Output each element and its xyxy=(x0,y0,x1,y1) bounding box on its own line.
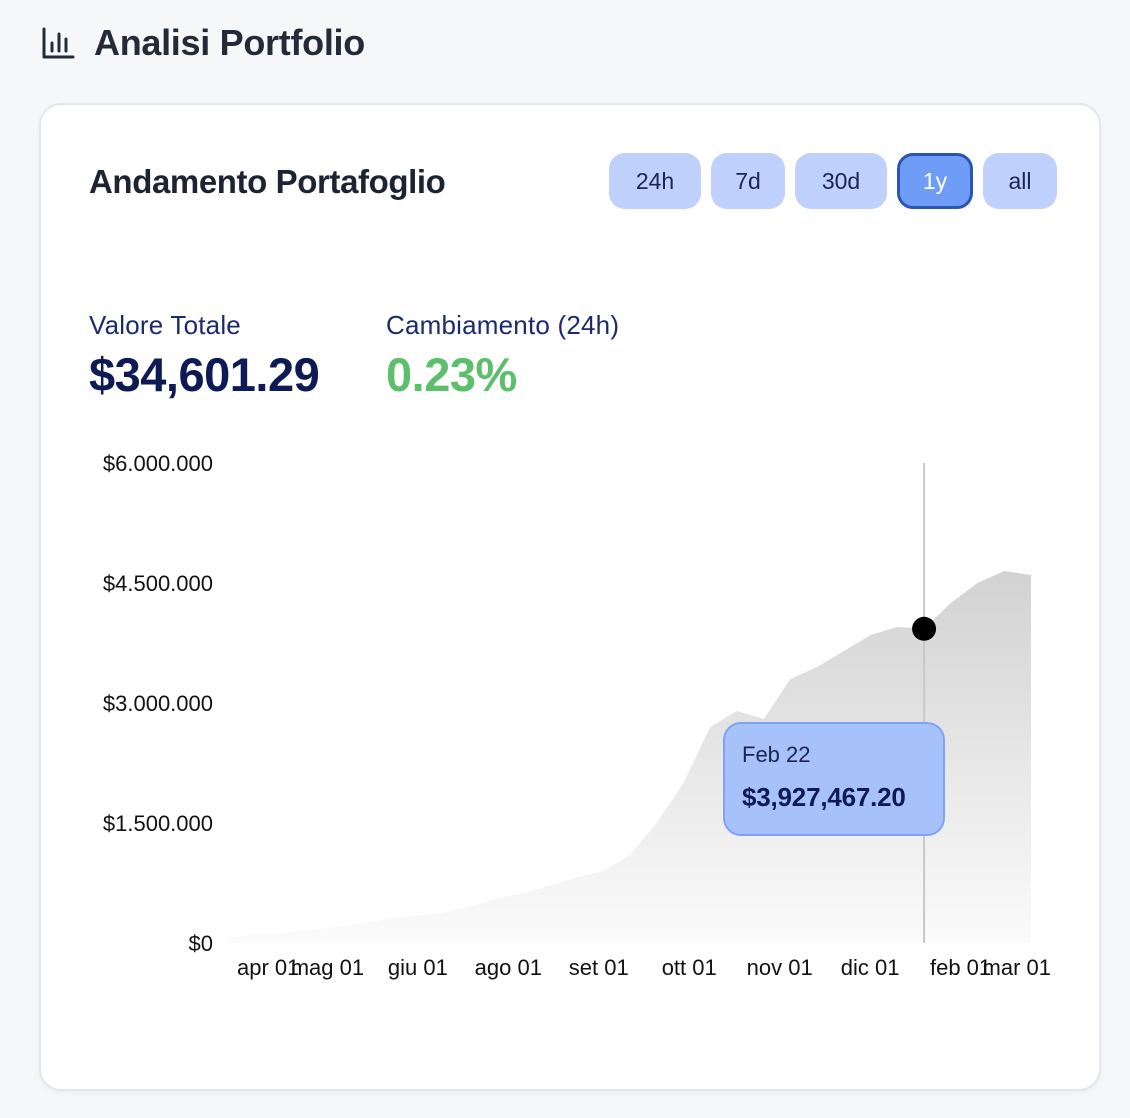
x-tick-label: ott 01 xyxy=(662,955,717,980)
x-tick-label: mar 01 xyxy=(983,955,1051,980)
y-tick-label: $1.500.000 xyxy=(103,811,213,836)
bar-chart-icon xyxy=(42,27,75,59)
chart-tooltip: Feb 22 $3,927,467.20 xyxy=(723,722,945,836)
y-tick-label: $3.000.000 xyxy=(103,691,213,716)
page-header: Analisi Portfolio xyxy=(40,22,365,64)
highlight-point xyxy=(912,616,937,641)
x-tick-label: set 01 xyxy=(569,955,629,980)
x-tick-label: dic 01 xyxy=(841,955,900,980)
page-title: Analisi Portfolio xyxy=(94,22,365,63)
portfolio-chart: $6.000.000 $4.500.000 $3.000.000 $1.500.000… xyxy=(103,451,1051,980)
x-tick-label: giu 01 xyxy=(388,955,448,980)
x-tick-label: mag 01 xyxy=(291,955,364,980)
y-tick-label: $4.500.000 xyxy=(103,571,213,596)
y-tick-label: $0 xyxy=(189,931,213,956)
x-tick-label: ago 01 xyxy=(475,955,542,980)
x-tick-label: nov 01 xyxy=(747,955,813,980)
y-tick-label: $6.000.000 xyxy=(103,451,213,476)
portfolio-card: Andamento Portafoglio 24h 7d 30d 1y all … xyxy=(39,103,1101,1091)
tooltip-date: Feb 22 xyxy=(742,742,811,767)
tooltip-value: $3,927,467.20 xyxy=(742,782,906,812)
